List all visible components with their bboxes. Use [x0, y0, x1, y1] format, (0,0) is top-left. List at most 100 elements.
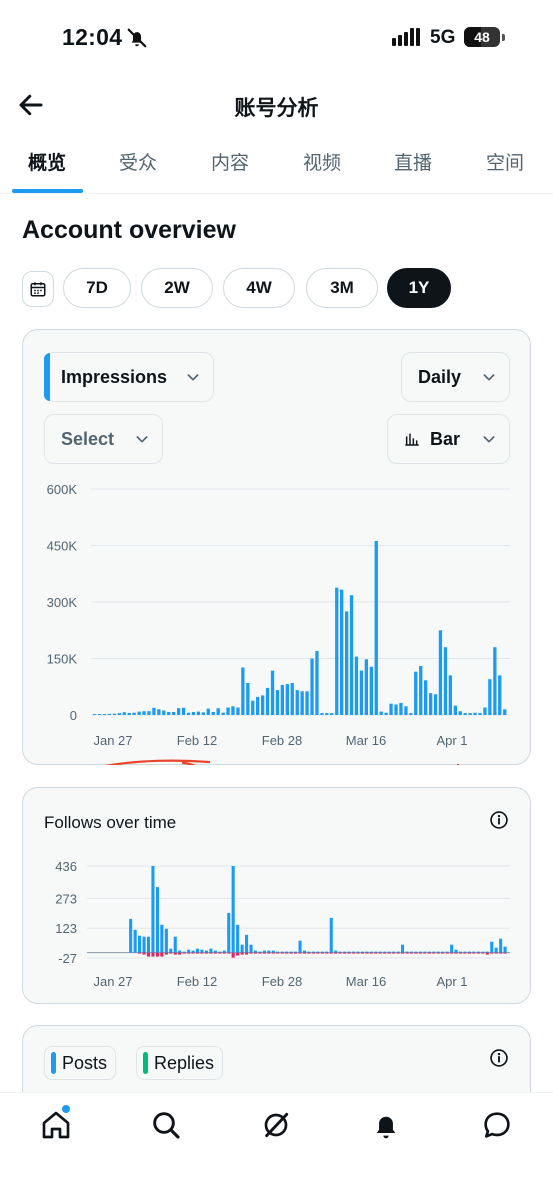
y-tick-label: 0	[70, 708, 77, 723]
gain-bar	[253, 950, 257, 953]
loss-bar	[303, 952, 307, 954]
bar	[404, 706, 408, 715]
loss-bar	[347, 952, 351, 954]
legend-posts[interactable]: Posts	[44, 1046, 117, 1080]
bar	[162, 710, 166, 715]
bar	[216, 708, 220, 715]
legend-replies[interactable]: Replies	[136, 1046, 224, 1080]
y-tick-label: 450K	[47, 539, 78, 554]
gain-bar	[222, 950, 226, 953]
chart-type-dropdown[interactable]: Bar	[387, 414, 510, 464]
loss-bar	[405, 952, 409, 954]
bar	[142, 711, 146, 715]
loss-bar	[334, 952, 338, 954]
gain-bar	[418, 951, 422, 953]
gain-bar	[285, 951, 289, 953]
loss-bar	[325, 952, 329, 954]
bar	[320, 713, 324, 715]
bar	[345, 611, 349, 715]
bar	[493, 647, 497, 715]
loss-bar	[374, 952, 378, 954]
gain-bar	[352, 951, 356, 953]
bar	[285, 684, 289, 715]
bar	[102, 714, 107, 716]
gain-bar	[187, 949, 191, 953]
metric-dropdown[interactable]: Impressions	[44, 352, 214, 402]
bar	[349, 595, 354, 715]
battery-cap	[502, 34, 505, 41]
loss-bar	[338, 952, 342, 954]
gain-bar	[454, 949, 458, 953]
bar	[241, 667, 245, 715]
gain-bar	[151, 866, 155, 953]
bar	[236, 707, 240, 715]
bar	[177, 708, 181, 715]
tab-content[interactable]: 内容	[211, 148, 249, 175]
tab-audience[interactable]: 受众	[119, 148, 157, 175]
home-icon[interactable]	[40, 1109, 72, 1141]
messages-icon[interactable]	[481, 1109, 513, 1141]
bar	[290, 683, 294, 715]
range-3m[interactable]: 3M	[306, 268, 378, 308]
x-tick-label: Feb 12	[177, 733, 217, 748]
loss-bar	[245, 952, 249, 955]
compare-dropdown[interactable]: Select	[44, 414, 163, 464]
gain-bar	[450, 944, 454, 953]
loss-bar	[463, 952, 467, 954]
loss-bar	[173, 952, 177, 955]
info-icon[interactable]	[489, 810, 509, 830]
gain-bar	[499, 938, 503, 953]
gain-bar	[236, 924, 240, 953]
tab-overview[interactable]: 概览	[28, 148, 66, 175]
follows-card: Follows over time 436 273 123 -27 Jan 27 Feb …	[22, 787, 531, 1004]
loss-bar	[213, 952, 217, 954]
bar	[438, 630, 443, 716]
gain-bar	[303, 950, 307, 953]
loss-bar	[151, 952, 155, 957]
bar	[335, 587, 339, 715]
loss-bar	[436, 952, 440, 954]
loss-bar	[276, 952, 280, 954]
gain-bar	[325, 951, 329, 953]
range-4w[interactable]: 4W	[223, 268, 295, 308]
bar	[256, 696, 260, 715]
metric-color-swatch	[44, 353, 50, 401]
calendar-icon	[30, 282, 46, 297]
impressions-chart: 600K 450K 300K 150K 0 Jan 27 Feb 12 Feb 28 Mar 1…	[47, 482, 510, 765]
loss-bar	[427, 952, 431, 954]
bar	[310, 658, 314, 715]
interval-dropdown[interactable]: Daily	[401, 352, 510, 402]
loss-bar	[200, 952, 204, 954]
gain-bar	[213, 950, 217, 953]
bar	[498, 675, 502, 715]
range-7d[interactable]: 7D	[63, 268, 131, 308]
loss-bar	[454, 952, 458, 954]
loss-bar	[236, 952, 240, 956]
bar	[354, 656, 359, 715]
bar	[414, 671, 418, 715]
loss-bar	[503, 952, 507, 954]
gain-bar	[258, 951, 262, 953]
bar	[117, 713, 121, 715]
loss-bar	[267, 952, 271, 954]
calendar-button[interactable]	[22, 271, 54, 307]
range-1y[interactable]: 1Y	[387, 268, 451, 308]
notifications-icon[interactable]	[370, 1109, 402, 1141]
bar	[181, 707, 186, 715]
loss-bar	[445, 952, 449, 954]
bar	[172, 712, 176, 715]
loss-bar	[423, 952, 427, 954]
tab-spaces[interactable]: 空间	[486, 148, 524, 175]
info-icon[interactable]	[489, 1048, 509, 1068]
loss-bar	[378, 952, 382, 954]
loss-bar	[191, 952, 195, 954]
gain-bar	[191, 950, 195, 953]
range-2w[interactable]: 2W	[141, 268, 213, 308]
tab-video[interactable]: 视频	[303, 148, 341, 175]
bar	[157, 709, 161, 715]
loss-bar	[231, 952, 235, 958]
gain-bar	[338, 951, 342, 953]
grok-icon[interactable]	[260, 1109, 292, 1141]
tab-live[interactable]: 直播	[394, 148, 432, 175]
search-icon[interactable]	[150, 1109, 182, 1141]
